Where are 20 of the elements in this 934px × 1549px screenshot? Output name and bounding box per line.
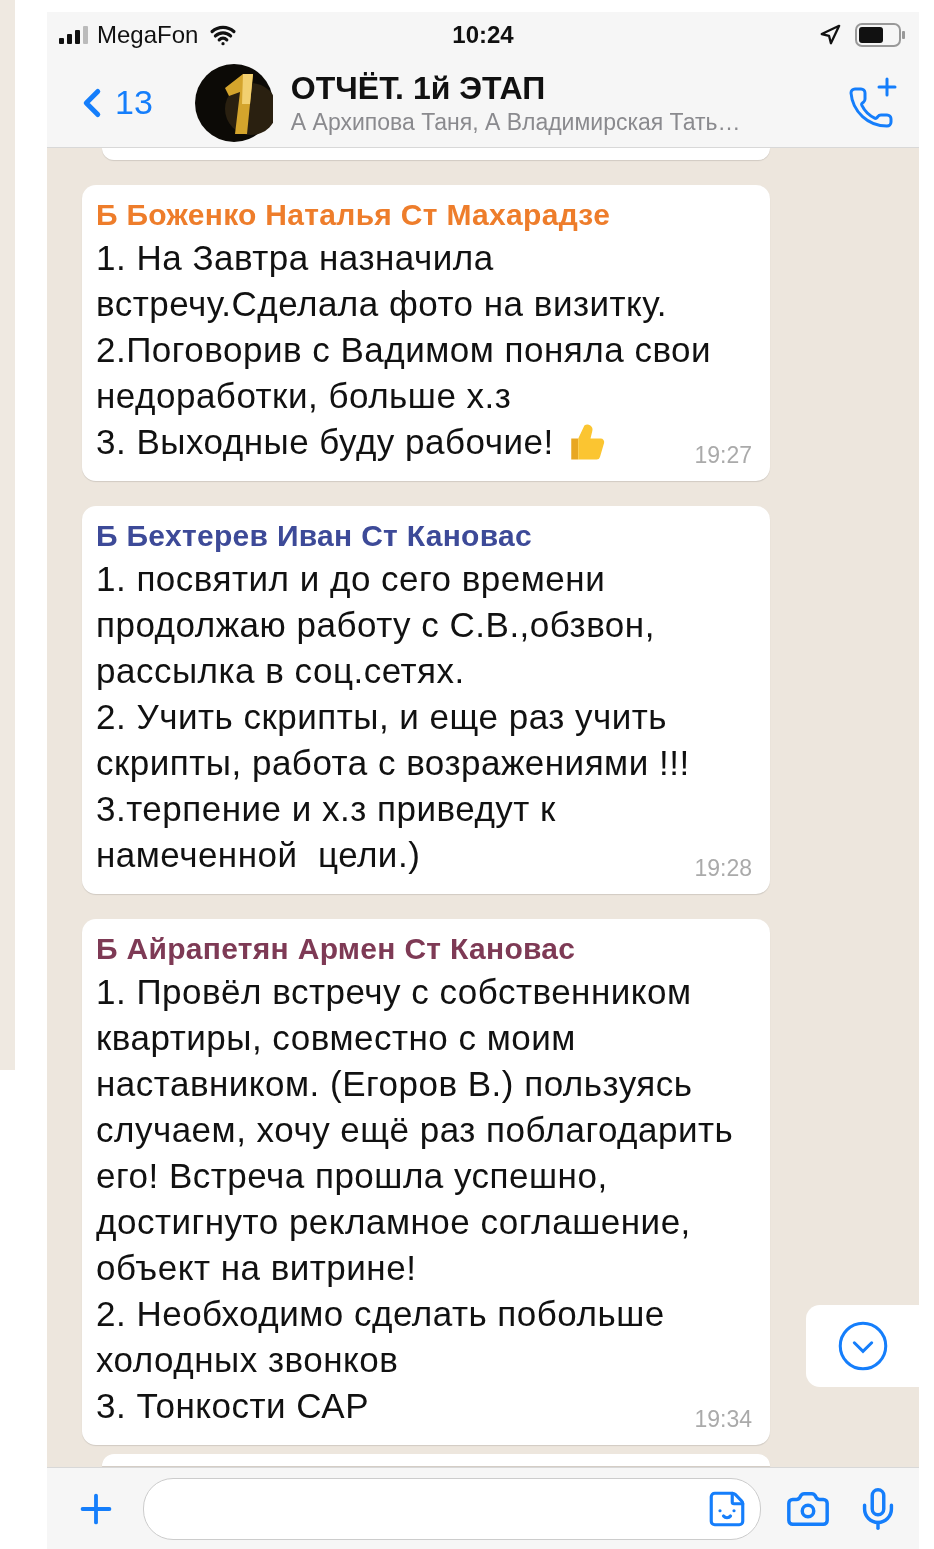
message-time: 19:34 (694, 1406, 752, 1433)
message-text: 3. Выходные буду рабочие! (96, 421, 554, 463)
sender-name: Б Бехтерев Иван Ст Кановас (96, 518, 533, 554)
sender-name: Б Боженко Наталья Ст Махарадзе (96, 197, 611, 233)
message-time: 19:27 (694, 442, 752, 469)
message-text: 2. Необходимо сделать побольше холодных звонков (96, 1293, 666, 1381)
message-text: 1. Провёл встречу с собственником квартиры, совместно с моим наставником. (Егоров В.) пользуясь случаем, хочу ещё раз поблагодарить его! Встреча прошла успешно, достигнуто рекламное соглашение, объект на витрине! (96, 971, 735, 1289)
message-time: 19:28 (694, 855, 752, 882)
chat-members: А Архипова Таня, А Владимирская Тать… (290, 108, 742, 136)
message-text: 1. посвятил и до сего времени продолжаю работу с С.В.,обзвон, рассылка в соц.сетях. (96, 558, 656, 692)
message-text: 1. На Завтра назначила встречу.Сделала фото на визитку. (96, 237, 668, 325)
message-text: 2.Поговорив с Вадимом поняла свои недоработки, больше х.з (96, 329, 713, 417)
message-text: 3.терпение и х.з приведут к намеченной цели.) (96, 788, 557, 876)
chat-title: ОТЧЁТ. 1й ЭТАП (290, 69, 547, 107)
sender-name: Б Айрапетян Армен Ст Кановас (96, 931, 576, 967)
status-time: 10:24 (452, 21, 514, 49)
message-text: 3. Тонкости САР (96, 1385, 370, 1427)
back-button[interactable]: 13 (69, 79, 153, 126)
carrier-name: MegaFon (97, 21, 199, 49)
message-text: 2. Учить скрипты, и еще раз учить скрипты, работа с возражениями !!! (96, 696, 691, 784)
